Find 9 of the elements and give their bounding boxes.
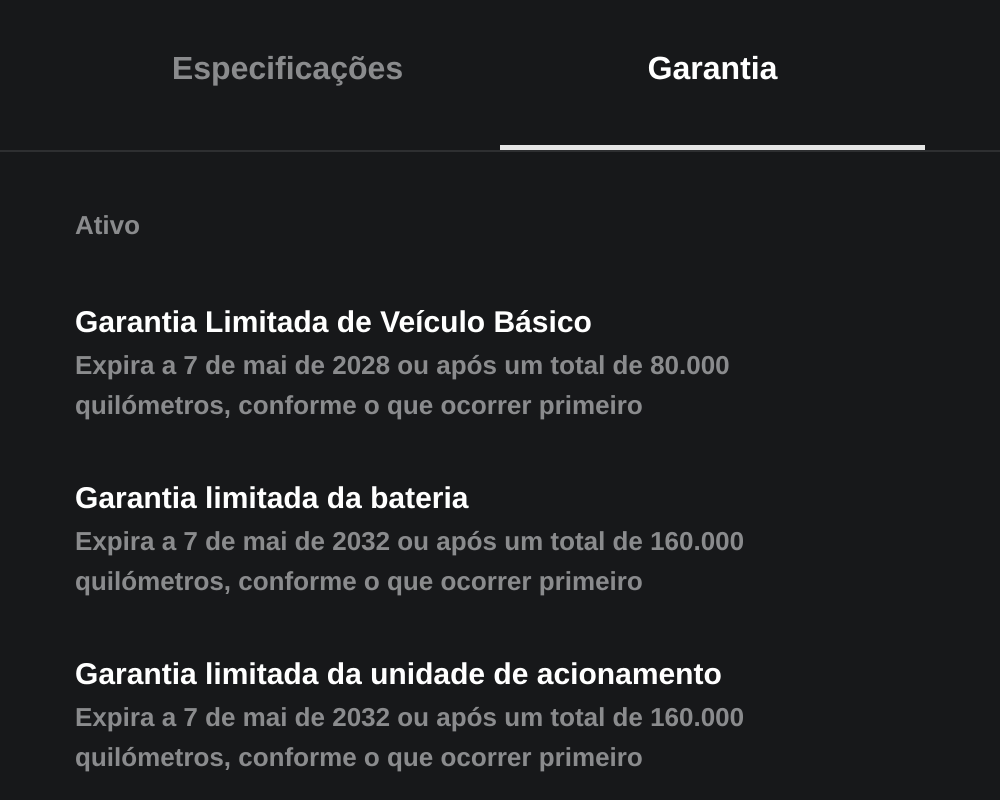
tab[interactable]: Especificações [75,0,500,150]
warranty-title: Garantia limitada da bateria [75,481,470,517]
warranty-description: Expira a 7 de mai de 2032 ou após um total de 160.000 quilómetros, conforme o que ocorrer primeiro [75,701,746,774]
warranty-title: Garantia Limitada de Veículo Básico [75,305,593,341]
warranty-title: Garantia limitada da unidade de acionamento [75,657,723,693]
section-label: Ativo [75,209,141,242]
tab[interactable]: Garantia [500,0,925,150]
warranty-description: Expira a 7 de mai de 2032 ou após um total de 160.000 quilómetros, conforme o que ocorrer primeiro [75,525,746,598]
warranty-description: Expira a 7 de mai de 2028 ou após um total de 80.000 quilómetros, conforme o que ocorrer primeiro [75,349,731,422]
